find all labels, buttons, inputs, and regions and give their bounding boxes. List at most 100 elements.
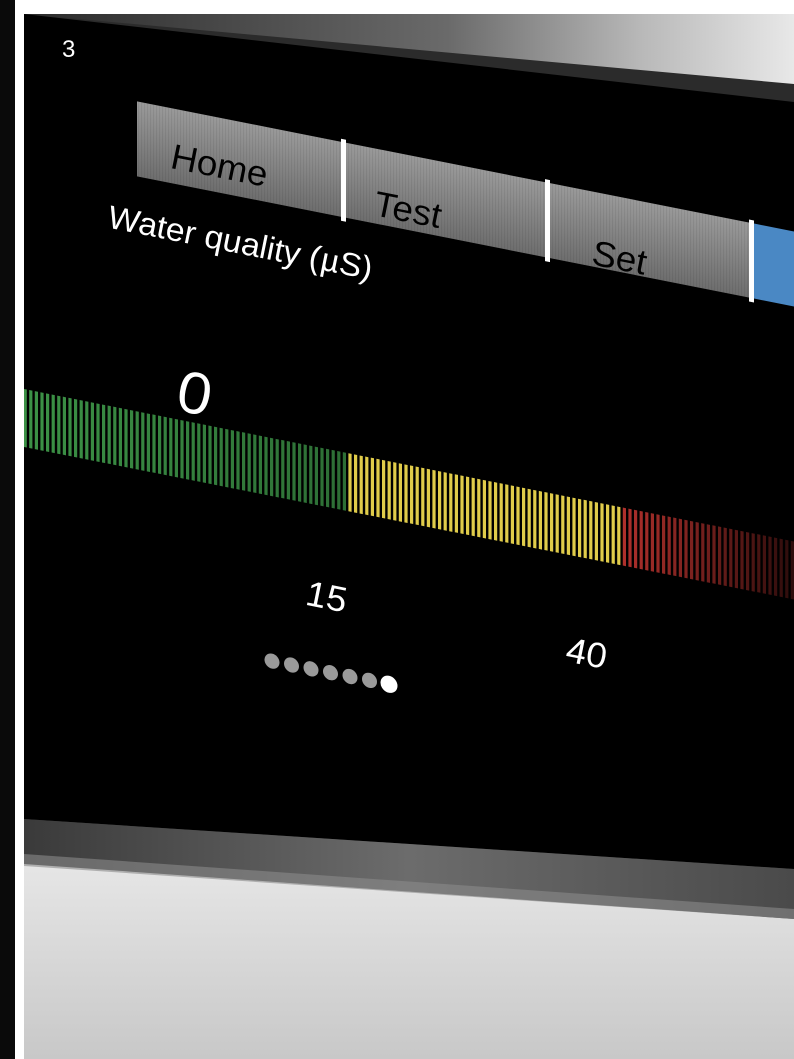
bar-segment (141, 412, 145, 471)
bar-segment (208, 425, 212, 485)
bar-segment (426, 468, 430, 528)
bar-segment (673, 517, 677, 577)
bar-segment (169, 417, 173, 477)
bar-segment (706, 524, 710, 583)
bar-segment (628, 508, 632, 568)
bar-segment (544, 492, 548, 551)
bar-segment (62, 396, 66, 456)
tab-active-blue[interactable] (754, 223, 794, 311)
bar-segment (230, 429, 235, 489)
bar-segment (96, 403, 100, 462)
bar-segment (387, 460, 391, 520)
bar-segment (466, 476, 470, 536)
bar-segment (572, 497, 576, 557)
current-value: 0 (177, 356, 211, 430)
bar-segment (550, 493, 554, 552)
tab-divider (749, 219, 754, 303)
bar-segment (566, 496, 570, 556)
bar-segment (454, 474, 458, 533)
bar-segment (202, 424, 207, 484)
bar-segment (634, 509, 638, 569)
bar-segment (219, 427, 223, 487)
bar-segment (34, 391, 39, 450)
bar-segment (163, 416, 167, 476)
bar-segment (370, 457, 374, 517)
bar-segment (617, 506, 621, 566)
bar-segment (270, 437, 274, 497)
bar-segment (639, 510, 643, 570)
bar-segment (152, 414, 156, 474)
bar-segment (191, 422, 195, 481)
bar-segment (46, 393, 50, 452)
bar-segment (29, 390, 33, 449)
bar-segment (398, 463, 402, 522)
bar-segment (359, 455, 363, 515)
bar-segment (393, 462, 397, 521)
bar-segment (650, 513, 654, 572)
bar-segment (51, 394, 55, 454)
bar-segment (516, 486, 520, 546)
bar-segment (477, 478, 481, 538)
tab-divider (545, 179, 550, 263)
bar-segment (690, 520, 694, 580)
bar-segment (342, 452, 346, 511)
bar-segment (410, 465, 414, 525)
bar-segment (225, 428, 229, 488)
bar-segment (488, 480, 492, 540)
bar-segment (275, 438, 279, 498)
bar-segment (611, 505, 615, 564)
bar-segment (432, 469, 436, 529)
bar-segment (583, 499, 587, 559)
bar-segment (622, 507, 626, 567)
bar-segment (85, 401, 89, 460)
bar-segment (494, 482, 498, 541)
bar-segment (527, 488, 531, 548)
bar-segment (471, 477, 475, 537)
bar-segment (522, 487, 526, 547)
bar-segment (460, 475, 464, 535)
bar-segment (124, 408, 128, 468)
bar-segment (258, 435, 263, 495)
bar-segment (774, 537, 778, 597)
bar-segment (40, 392, 44, 451)
bar-segment (505, 484, 509, 543)
bar-segment (68, 397, 72, 457)
bar-segment (303, 444, 307, 503)
bar-segment (354, 454, 358, 513)
bar-segment (253, 434, 257, 494)
bar-segment (90, 402, 95, 461)
bar-segment (186, 421, 190, 480)
bar-segment (757, 534, 761, 593)
bar-segment (348, 453, 352, 512)
bar-segment (113, 406, 117, 466)
bar-segment (118, 407, 123, 467)
bar-segment (751, 533, 755, 592)
page-number: 3 (62, 36, 76, 63)
bar-segment (57, 395, 61, 455)
bar-segment (594, 502, 598, 561)
bar-segment (326, 448, 330, 508)
scale-label-15: 15 (306, 572, 347, 621)
bar-segment (723, 527, 727, 587)
bar-segment (337, 451, 341, 510)
bar-segment (236, 431, 240, 490)
bar-segment (292, 442, 296, 501)
left-dark-strip (0, 0, 15, 1059)
device-photo: Home Test Set Water quality (µS) 0 15 40 (24, 14, 794, 1059)
bar-segment (701, 523, 705, 582)
bar-segment (684, 519, 688, 579)
bar-segment (578, 498, 582, 558)
bar-segment (314, 446, 318, 506)
bar-segment (107, 405, 111, 465)
bar-segment (538, 490, 542, 550)
bar-segment (376, 458, 380, 518)
bar-segment (242, 432, 246, 491)
bar-segment (286, 441, 290, 500)
bar-segment (415, 466, 419, 526)
bar-segment (656, 514, 660, 573)
bar-segment (734, 529, 738, 589)
bar-segment (74, 398, 78, 458)
bar-segment (438, 470, 442, 530)
bar-segment (762, 535, 766, 594)
bar-segment (712, 525, 716, 584)
